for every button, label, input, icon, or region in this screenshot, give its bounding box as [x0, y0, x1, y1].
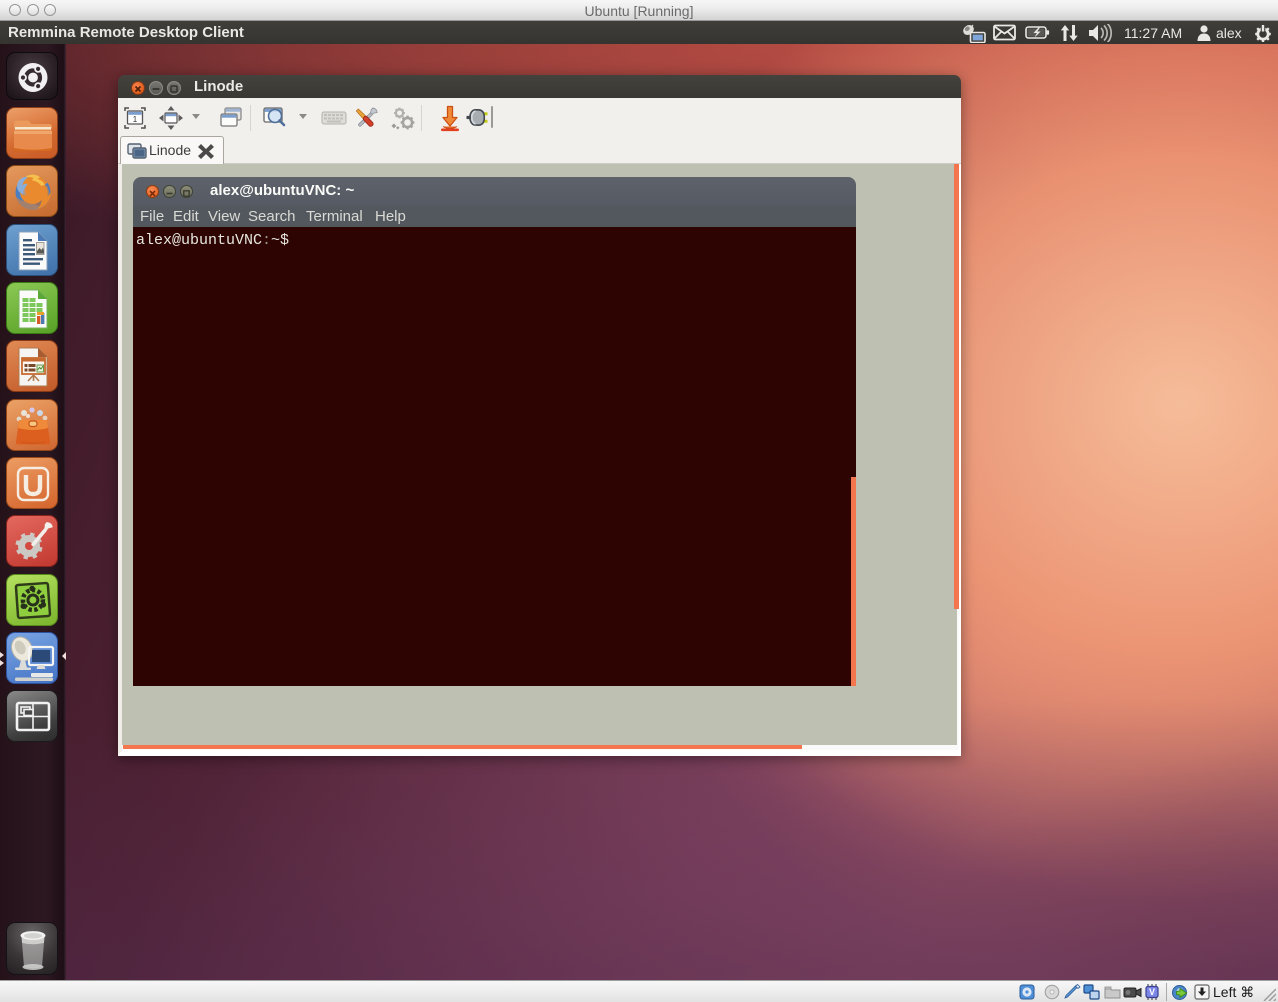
- svg-text:V: V: [1149, 987, 1155, 997]
- svg-text:1: 1: [133, 115, 138, 124]
